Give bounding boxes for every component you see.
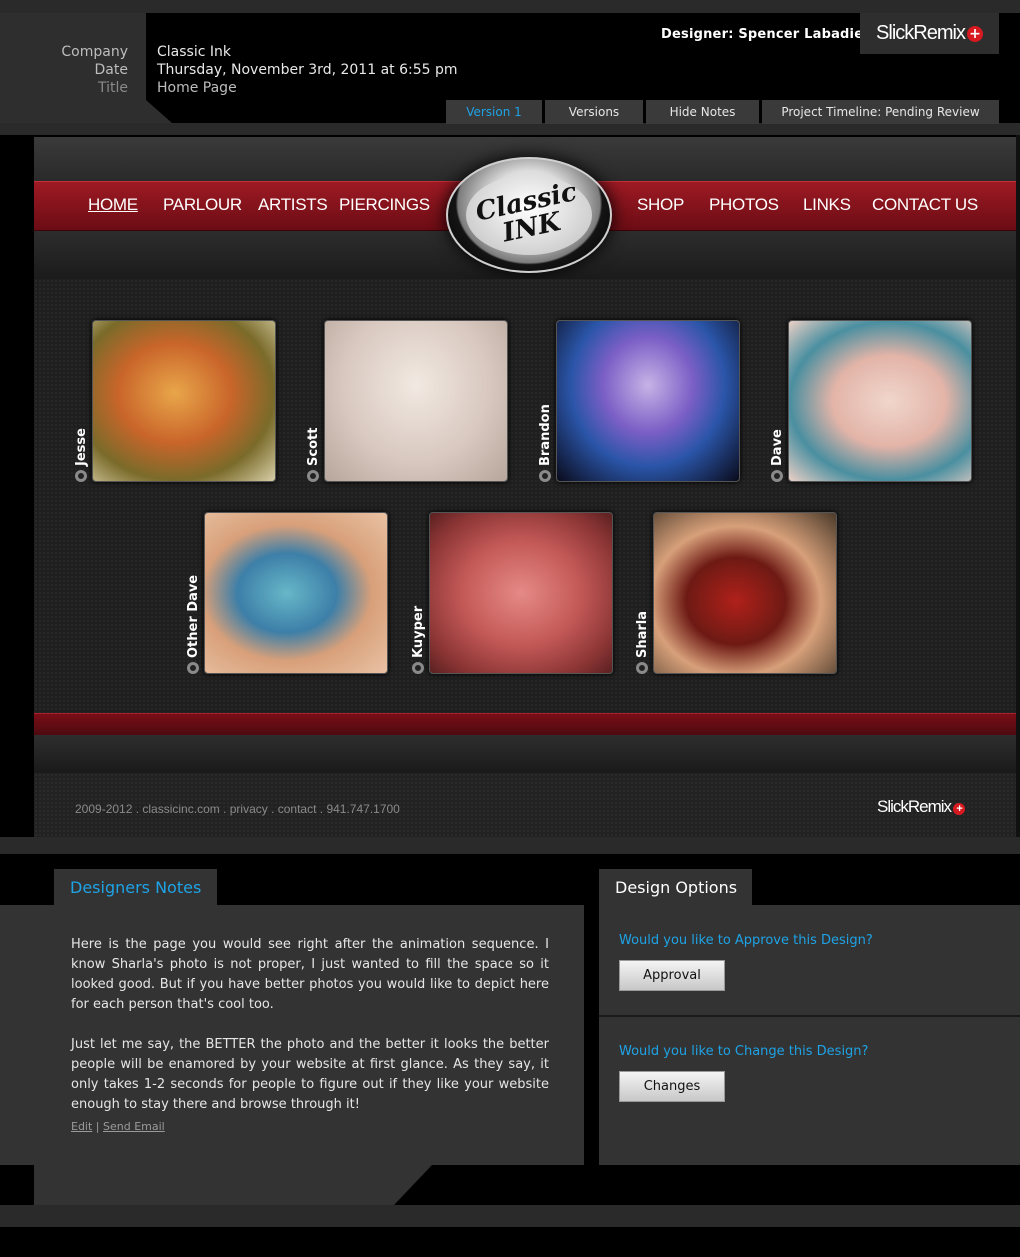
artist-photo-dave[interactable] — [788, 320, 972, 482]
tab-hide-notes[interactable]: Hide Notes — [646, 100, 759, 124]
nav-artists[interactable]: ARTISTS — [258, 195, 328, 215]
nav-parlour[interactable]: PARLOUR — [163, 195, 242, 215]
artist-label-other-dave[interactable]: Other Dave — [186, 575, 201, 658]
change-question: Would you like to Change this Design? — [619, 1044, 869, 1059]
artist-gallery: Jesse Scott Brandon Dave Other Dave Kuyp… — [34, 279, 1016, 713]
slickremix-logo[interactable]: SlickRemix + — [860, 13, 999, 54]
page-bottom-border — [0, 1205, 1020, 1227]
notes-actions: Edit | Send Email — [71, 1120, 165, 1133]
artist-label-brandon[interactable]: Brandon — [538, 404, 553, 466]
gear-icon — [75, 470, 87, 482]
artist-photo-scott[interactable] — [324, 320, 508, 482]
notes-panel-footer — [34, 1165, 432, 1205]
footer-red-strip — [34, 713, 1016, 735]
artist-photo-other-dave[interactable] — [204, 512, 388, 674]
title-label: Title — [97, 80, 128, 96]
gear-icon — [771, 470, 783, 482]
notes-top-border — [0, 837, 1020, 854]
company-label: Company — [61, 44, 128, 60]
artist-label-sharla[interactable]: Sharla — [635, 611, 650, 658]
designers-notes-tab[interactable]: Designers Notes — [54, 869, 217, 906]
nav-photos[interactable]: PHOTOS — [709, 195, 779, 215]
site-footer-links[interactable]: 2009-2012 . classicinc.com . privacy . c… — [75, 802, 400, 816]
nav-home[interactable]: HOME — [88, 195, 138, 215]
artist-label-scott[interactable]: Scott — [306, 428, 321, 466]
nav-contact-us[interactable]: CONTACT US — [872, 195, 978, 215]
changes-button[interactable]: Changes — [619, 1071, 725, 1102]
site-preview: HOME PARLOUR ARTISTS PIERCINGS SHOP PHOT… — [34, 137, 1016, 837]
company-value: Classic Ink — [157, 44, 231, 60]
nav-shop[interactable]: SHOP — [637, 195, 684, 215]
gear-icon — [412, 662, 424, 674]
designer-name: Designer: Spencer Labadie — [661, 27, 864, 42]
header-bottom-border — [0, 123, 1020, 135]
header-top-border — [0, 0, 1020, 13]
brand-plus-icon: + — [966, 25, 983, 42]
date-value: Thursday, November 3rd, 2011 at 6:55 pm — [157, 62, 458, 78]
artist-label-kuyper[interactable]: Kuyper — [411, 606, 426, 658]
footer-brand-text: SlickRemix — [877, 797, 952, 816]
meta-labels: Company Date Title — [0, 43, 128, 97]
link-separator: | — [92, 1120, 104, 1133]
meta-values: Classic Ink Thursday, November 3rd, 2011… — [157, 43, 458, 97]
gear-icon — [187, 662, 199, 674]
design-review-page: Company Date Title Classic Ink Thursday,… — [0, 0, 1020, 1257]
tab-project-timeline[interactable]: Project Timeline: Pending Review — [762, 100, 999, 124]
approve-question: Would you like to Approve this Design? — [619, 933, 873, 948]
gear-icon — [539, 470, 551, 482]
preview-right-gutter — [1016, 135, 1020, 837]
footer-mid-strip — [34, 735, 1016, 773]
tab-versions[interactable]: Versions — [545, 100, 643, 124]
notes-paragraph-2: Just let me say, the BETTER the photo an… — [71, 1037, 549, 1112]
logo-text: Classic INK — [473, 176, 580, 249]
brand-text: SlickRemix — [876, 22, 966, 44]
preview-left-gutter — [0, 135, 34, 837]
nav-links[interactable]: LINKS — [803, 195, 851, 215]
logo-inner: Classic INK — [466, 175, 592, 255]
nav-piercings[interactable]: PIERCINGS — [339, 195, 430, 215]
artist-photo-jesse[interactable] — [92, 320, 276, 482]
designers-notes-text: Here is the page you would see right aft… — [71, 935, 549, 1135]
artist-photo-kuyper[interactable] — [429, 512, 613, 674]
artist-photo-sharla[interactable] — [653, 512, 837, 674]
title-value: Home Page — [157, 80, 237, 96]
gear-icon — [636, 662, 648, 674]
date-label: Date — [94, 62, 128, 78]
send-email-link[interactable]: Send Email — [103, 1120, 165, 1133]
gear-icon — [307, 470, 319, 482]
approval-button[interactable]: Approval — [619, 960, 725, 991]
footer-brand-plus-icon: + — [953, 803, 966, 815]
design-options-tab[interactable]: Design Options — [599, 869, 752, 906]
footer-slickremix-logo[interactable]: SlickRemix + — [877, 797, 966, 817]
edit-link[interactable]: Edit — [71, 1120, 92, 1133]
tab-version-1[interactable]: Version 1 — [446, 100, 542, 124]
artist-label-dave[interactable]: Dave — [770, 429, 785, 466]
notes-paragraph-1: Here is the page you would see right aft… — [71, 937, 549, 1012]
classic-ink-logo[interactable]: Classic INK — [446, 157, 612, 273]
artist-photo-brandon[interactable] — [556, 320, 740, 482]
artist-label-jesse[interactable]: Jesse — [74, 428, 89, 466]
